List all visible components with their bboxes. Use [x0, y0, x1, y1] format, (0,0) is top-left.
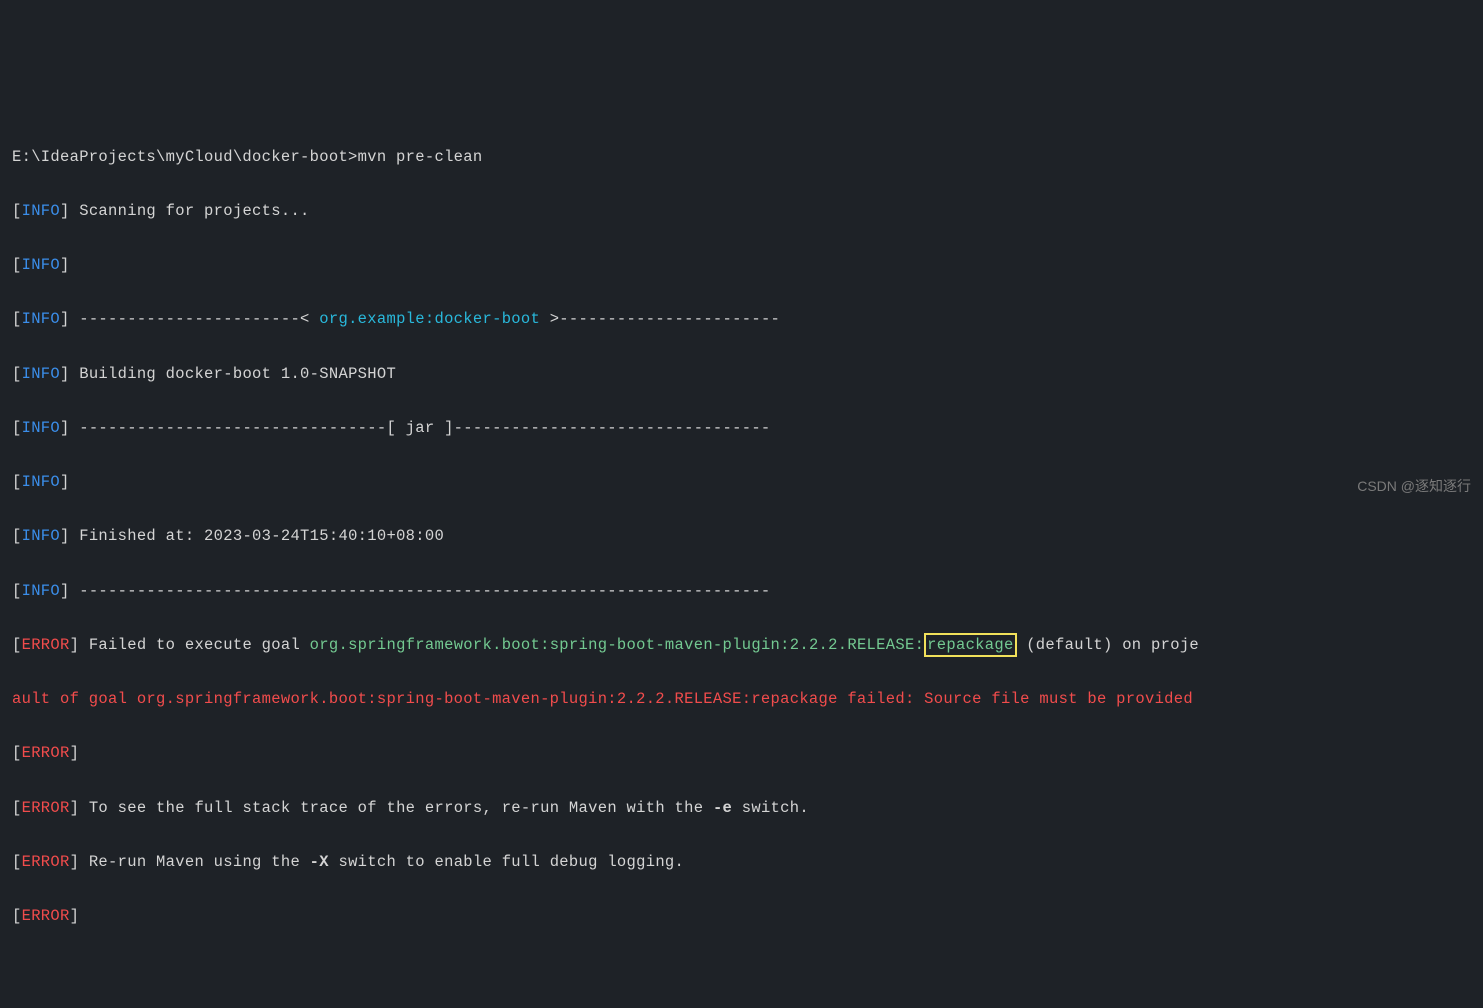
fail-exec-text: Failed to execute goal: [79, 636, 309, 654]
rerun-text: Re-run Maven using the: [79, 853, 309, 871]
error-line-cont: ault of goal org.springframework.boot:sp…: [12, 686, 1471, 713]
error-line: [ERROR]: [12, 903, 1471, 930]
command-text: mvn pre-clean: [358, 148, 483, 166]
project-coord: org.example:docker-boot: [319, 310, 540, 328]
error-line: [ERROR]: [12, 740, 1471, 767]
x-switch: -X: [310, 853, 329, 871]
command-line: E:\IdeaProjects\myCloud\docker-boot>mvn …: [12, 144, 1471, 171]
info-tag: INFO: [22, 473, 60, 491]
info-tag: INFO: [22, 365, 60, 383]
log-line: [INFO] Finished at: 2023-03-24T15:40:10+…: [12, 523, 1471, 550]
log-line: [INFO] Building docker-boot 1.0-SNAPSHOT: [12, 361, 1471, 388]
terminal-output: E:\IdeaProjects\myCloud\docker-boot>mvn …: [12, 117, 1471, 958]
error-tag: ERROR: [22, 636, 70, 654]
dashes-text: >-----------------------: [540, 310, 780, 328]
error-tag: ERROR: [22, 744, 70, 762]
plugin-text: org.springframework.boot:spring-boot-mav…: [310, 636, 925, 654]
jar-line-text: --------------------------------[ jar ]-…: [70, 419, 771, 437]
error-line: [ERROR] To see the full stack trace of t…: [12, 795, 1471, 822]
e-switch: -e: [713, 799, 732, 817]
rerun-suffix: switch to enable full debug logging.: [329, 853, 684, 871]
default-text: (default) on proje: [1017, 636, 1199, 654]
error-tag: ERROR: [22, 799, 70, 817]
switch-suffix: switch.: [732, 799, 809, 817]
info-tag: INFO: [22, 310, 60, 328]
dashes-text: ----------------------------------------…: [70, 582, 771, 600]
info-tag: INFO: [22, 202, 60, 220]
info-tag: INFO: [22, 419, 60, 437]
repackage-text: repackage: [927, 636, 1013, 654]
log-line: [INFO]: [12, 252, 1471, 279]
prompt-text: E:\IdeaProjects\myCloud\docker-boot>: [12, 148, 358, 166]
info-tag: INFO: [22, 527, 60, 545]
finished-text: Finished at: 2023-03-24T15:40:10+08:00: [70, 527, 444, 545]
highlight-box: repackage: [924, 633, 1016, 657]
error-tag: ERROR: [22, 907, 70, 925]
info-tag: INFO: [22, 256, 60, 274]
error-continuation: ault of goal org.springframework.boot:sp…: [12, 690, 1193, 708]
log-line: [INFO] ---------------------------------…: [12, 578, 1471, 605]
scan-text: Scanning for projects...: [70, 202, 310, 220]
log-line: [INFO] Scanning for projects...: [12, 198, 1471, 225]
dashes-text: -----------------------<: [70, 310, 320, 328]
log-line: [INFO]: [12, 469, 1471, 496]
log-line: [INFO] --------------------------------[…: [12, 415, 1471, 442]
building-text: Building docker-boot 1.0-SNAPSHOT: [70, 365, 396, 383]
stack-trace-text: To see the full stack trace of the error…: [79, 799, 713, 817]
error-line: [ERROR] Re-run Maven using the -X switch…: [12, 849, 1471, 876]
info-tag: INFO: [22, 582, 60, 600]
error-line: [ERROR] Failed to execute goal org.sprin…: [12, 632, 1471, 659]
watermark-text: CSDN @逐知逐行: [1357, 474, 1471, 499]
log-line: [INFO] -----------------------< org.exam…: [12, 306, 1471, 333]
error-tag: ERROR: [22, 853, 70, 871]
